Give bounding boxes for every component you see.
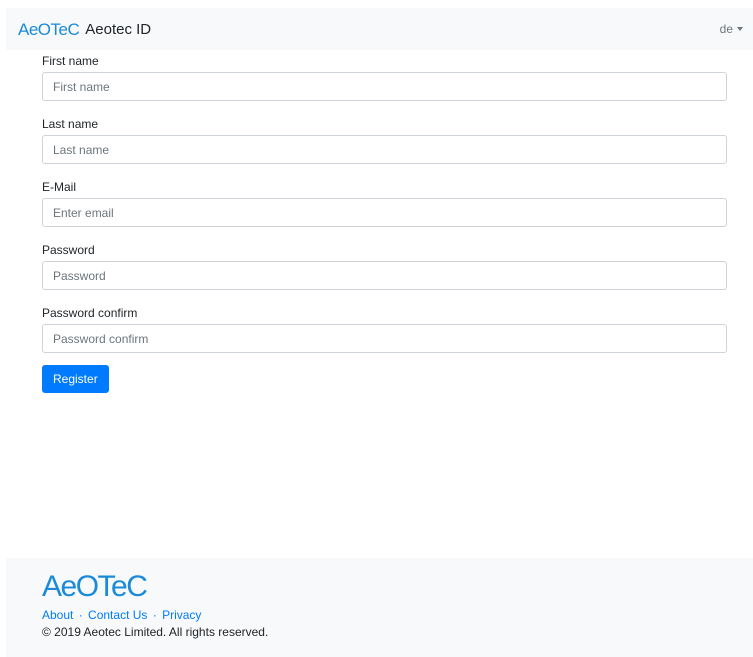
password-input[interactable] — [42, 261, 727, 290]
register-button[interactable]: Register — [42, 365, 109, 393]
contact-us-link[interactable]: Contact Us — [88, 608, 147, 622]
link-separator: · — [152, 608, 157, 622]
language-dropdown[interactable]: de — [720, 22, 743, 36]
password-confirm-group: Password confirm — [42, 302, 727, 353]
password-confirm-label: Password confirm — [42, 306, 138, 320]
copyright-text: © 2019 Aeotec Limited. All rights reserv… — [42, 625, 269, 639]
top-navbar: AeOTeC Aeotec ID de — [6, 8, 753, 50]
brand[interactable]: AeOTeC Aeotec ID — [18, 21, 151, 38]
about-link[interactable]: About — [42, 608, 73, 622]
last-name-label: Last name — [42, 117, 99, 131]
first-name-group: First name — [42, 50, 727, 101]
first-name-label: First name — [42, 54, 99, 68]
email-label: E-Mail — [42, 180, 77, 194]
email-input[interactable] — [42, 198, 727, 227]
link-separator: · — [78, 608, 83, 622]
privacy-link[interactable]: Privacy — [162, 608, 201, 622]
language-label: de — [719, 22, 733, 36]
first-name-input[interactable] — [42, 72, 727, 101]
aeotec-logo: AeOTeC — [18, 19, 80, 39]
password-confirm-input[interactable] — [42, 324, 727, 353]
footer-links: About · Contact Us · Privacy — [42, 608, 753, 622]
email-group: E-Mail — [42, 176, 727, 227]
footer: AeOTeC About · Contact Us · Privacy © 20… — [6, 558, 753, 657]
caret-down-icon — [737, 27, 743, 31]
footer-aeotec-logo: AeOTeC — [42, 570, 148, 603]
password-label: Password — [42, 243, 95, 257]
last-name-group: Last name — [42, 113, 727, 164]
registration-form: First name Last name E-Mail Password Pas… — [42, 50, 727, 393]
password-group: Password — [42, 239, 727, 290]
brand-title: Aeotec ID — [85, 20, 152, 38]
last-name-input[interactable] — [42, 135, 727, 164]
